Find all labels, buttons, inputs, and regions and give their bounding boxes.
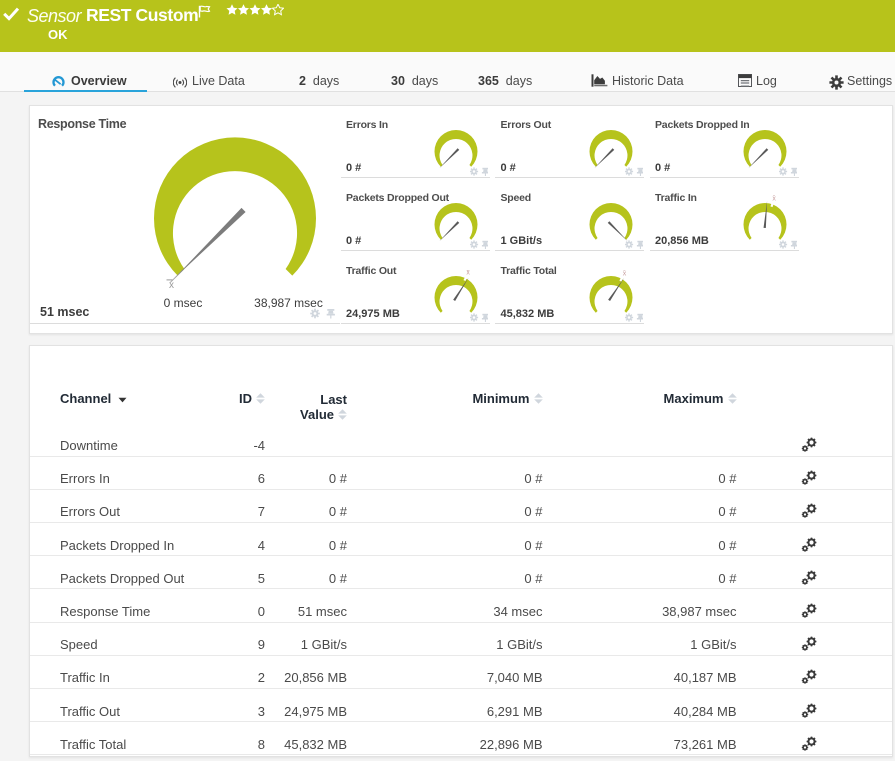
svg-text:x̄: x̄ bbox=[622, 270, 626, 277]
svg-text:x: x bbox=[169, 280, 174, 291]
svg-text:x̄: x̄ bbox=[772, 195, 776, 202]
svg-text:x̄: x̄ bbox=[466, 270, 470, 277]
